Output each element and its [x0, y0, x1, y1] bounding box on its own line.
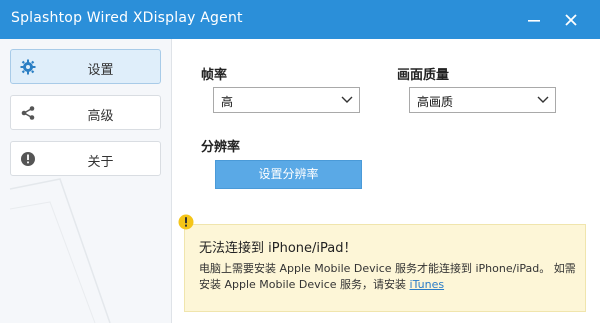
close-button[interactable] [557, 6, 585, 34]
notice-title: 无法连接到 iPhone/iPad！ [199, 241, 357, 256]
close-icon [565, 14, 577, 26]
itunes-warning-notice: 无法连接到 iPhone/iPad！ 电脑上需要安装 Apple Mobile … [184, 224, 586, 312]
quality-label: 画面质量 [397, 68, 450, 83]
sidebar-item-settings[interactable]: 设置 [10, 49, 161, 84]
quality-select[interactable]: 高画质 [409, 87, 556, 113]
window-title: Splashtop Wired XDisplay Agent [11, 10, 243, 26]
notice-body: 电脑上需要安装 Apple Mobile Device 服务才能连接到 iPho… [199, 261, 579, 293]
minimize-button[interactable] [520, 6, 548, 34]
warning-icon [178, 214, 194, 230]
sidebar-item-label: 设置 [87, 63, 114, 78]
sidebar-item-label: 高级 [87, 109, 114, 124]
chevron-down-icon [537, 96, 549, 103]
frame-rate-select[interactable]: 高 [213, 87, 360, 113]
frame-rate-value: 高 [221, 95, 234, 109]
itunes-link[interactable]: iTunes [410, 278, 445, 291]
frame-rate-label: 帧率 [201, 68, 228, 83]
sidebar-item-label: 关于 [87, 155, 114, 170]
sidebar-item-advanced[interactable]: 高级 [10, 95, 161, 130]
title-bar: Splashtop Wired XDisplay Agent [0, 0, 600, 39]
set-resolution-button[interactable]: 设置分辨率 [215, 160, 362, 189]
sidebar: 设置 高级 关于 [0, 39, 172, 323]
minimize-icon [528, 20, 540, 22]
sidebar-item-about[interactable]: 关于 [10, 141, 161, 176]
quality-value: 高画质 [417, 95, 454, 109]
chevron-down-icon [341, 96, 353, 103]
resolution-label: 分辨率 [201, 140, 241, 155]
notice-text: 电脑上需要安装 Apple Mobile Device 服务才能连接到 iPho… [199, 262, 576, 291]
